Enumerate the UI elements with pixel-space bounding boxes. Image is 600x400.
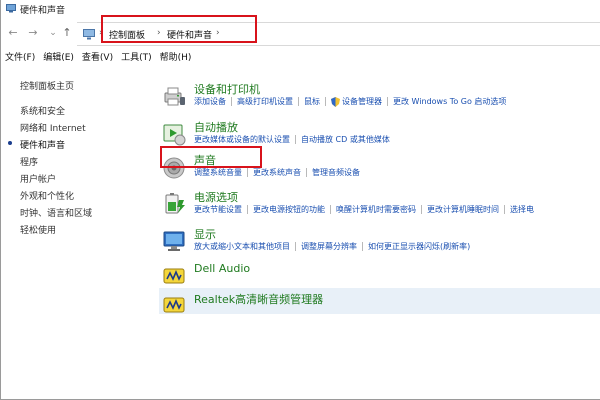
recent-locations-icon[interactable]: ⌄ — [47, 26, 59, 40]
sidebar-item-network[interactable]: 网络和 Internet — [20, 121, 86, 134]
up-arrow-icon[interactable]: ↑ — [61, 26, 73, 40]
audio-icon — [162, 265, 186, 289]
category-title-display[interactable]: 显示 — [194, 226, 216, 242]
category-links-autoplay: 更改媒体或设备的默认设置 自动播放 CD 或其他媒体 — [194, 134, 390, 145]
link-separator — [298, 97, 299, 106]
menu-file[interactable]: 文件(F) — [1, 51, 39, 65]
link-separator — [295, 135, 296, 144]
link-change-power-saving[interactable]: 更改节能设置 — [194, 204, 242, 215]
printer-icon — [162, 84, 186, 108]
link-separator — [504, 205, 505, 214]
link-mouse[interactable]: 鼠标 — [304, 96, 320, 107]
power-icon — [162, 192, 186, 216]
category-links-display: 放大或缩小文本和其他项目 调整屏幕分辨率 如何更正显示器闪烁(刷新率) — [194, 241, 470, 252]
link-separator — [247, 168, 248, 177]
sidebar-item-clock-region[interactable]: 时钟、语言和区域 — [20, 206, 92, 219]
category-title-autoplay[interactable]: 自动播放 — [194, 119, 238, 135]
annotation-box-breadcrumb — [101, 15, 257, 43]
category-title-dell-audio[interactable]: Dell Audio — [194, 262, 250, 275]
link-device-manager[interactable]: 设备管理器 — [342, 96, 382, 107]
category-list: 设备和打印机 添加设备 高级打印机设置 鼠标 设备管理器 更改 Windows … — [156, 75, 600, 400]
link-fix-flicker[interactable]: 如何更正显示器闪烁(刷新率) — [368, 241, 470, 252]
sidebar-item-system-security[interactable]: 系统和安全 — [20, 104, 65, 117]
link-screen-resolution[interactable]: 调整屏幕分辨率 — [301, 241, 357, 252]
link-adjust-volume[interactable]: 调整系统音量 — [194, 167, 242, 178]
link-separator — [362, 242, 363, 251]
sidebar-item-ease-of-access[interactable]: 轻松使用 — [20, 223, 56, 236]
sidebar-item-appearance[interactable]: 外观和个性化 — [20, 189, 74, 202]
link-separator — [330, 205, 331, 214]
link-separator — [306, 168, 307, 177]
category-links-power-options: 更改节能设置 更改电源按钮的功能 唤醒计算机时需要密码 更改计算机睡眠时间 选择… — [194, 204, 534, 215]
link-power-button-function[interactable]: 更改电源按钮的功能 — [253, 204, 325, 215]
menu-bar: 文件(F) 编辑(E) 查看(V) 工具(T) 帮助(H) — [1, 51, 600, 65]
link-advanced-printer-setup[interactable]: 高级打印机设置 — [237, 96, 293, 107]
sidebar-item-home[interactable]: 控制面板主页 — [20, 79, 74, 92]
link-require-password-on-wake[interactable]: 唤醒计算机时需要密码 — [336, 204, 416, 215]
link-change-system-sounds[interactable]: 更改系统声音 — [253, 167, 301, 178]
address-row: ← → ⌄ ↑ › 控制面板 › 硬件和声音 › — [1, 22, 600, 46]
category-links-sound: 调整系统音量 更改系统声音 管理音频设备 — [194, 167, 360, 178]
sidebar-item-programs[interactable]: 程序 — [20, 155, 38, 168]
autoplay-icon — [162, 122, 186, 146]
category-title-realtek[interactable]: Realtek高清晰音频管理器 — [194, 291, 323, 307]
category-title-devices-printers[interactable]: 设备和打印机 — [194, 81, 260, 97]
category-title-power-options[interactable]: 电源选项 — [194, 189, 238, 205]
link-add-device[interactable]: 添加设备 — [194, 96, 226, 107]
annotation-box-sound — [160, 146, 262, 168]
link-separator — [295, 242, 296, 251]
sidebar-item-hardware-sound[interactable]: 硬件和声音 — [20, 138, 65, 151]
menu-help[interactable]: 帮助(H) — [156, 51, 196, 65]
control-panel-window: 硬件和声音 ← → ⌄ ↑ › 控制面板 › 硬件和声音 › 文件(F) 编辑(… — [0, 0, 600, 400]
link-manage-audio-devices[interactable]: 管理音频设备 — [312, 167, 360, 178]
forward-arrow-icon[interactable]: → — [27, 26, 39, 40]
menu-edit[interactable]: 编辑(E) — [39, 51, 78, 65]
uac-shield-icon — [331, 96, 340, 107]
window-title: 硬件和声音 — [20, 6, 66, 16]
menu-view[interactable]: 查看(V) — [78, 51, 117, 65]
link-zoom-text[interactable]: 放大或缩小文本和其他项目 — [194, 241, 290, 252]
link-choose-power-plan[interactable]: 选择电 — [510, 204, 534, 215]
link-change-sleep-time[interactable]: 更改计算机睡眠时间 — [427, 204, 499, 215]
control-panel-icon — [6, 4, 16, 13]
link-separator — [247, 205, 248, 214]
link-autoplay-cd[interactable]: 自动播放 CD 或其他媒体 — [301, 134, 390, 145]
link-windows-to-go[interactable]: 更改 Windows To Go 启动选项 — [393, 96, 506, 107]
link-change-media-defaults[interactable]: 更改媒体或设备的默认设置 — [194, 134, 290, 145]
link-separator — [325, 97, 326, 106]
menu-tools[interactable]: 工具(T) — [117, 51, 156, 65]
title-bar: 硬件和声音 — [1, 0, 600, 18]
back-arrow-icon[interactable]: ← — [7, 26, 19, 40]
category-links-devices-printers: 添加设备 高级打印机设置 鼠标 设备管理器 更改 Windows To Go 启… — [194, 96, 506, 107]
link-separator — [231, 97, 232, 106]
active-bullet-icon — [8, 141, 12, 145]
sidebar-item-user-accounts[interactable]: 用户帐户 — [20, 172, 56, 185]
control-panel-icon — [83, 29, 95, 40]
audio-icon — [162, 294, 186, 318]
link-separator — [387, 97, 388, 106]
display-icon — [162, 229, 186, 253]
link-separator — [421, 205, 422, 214]
